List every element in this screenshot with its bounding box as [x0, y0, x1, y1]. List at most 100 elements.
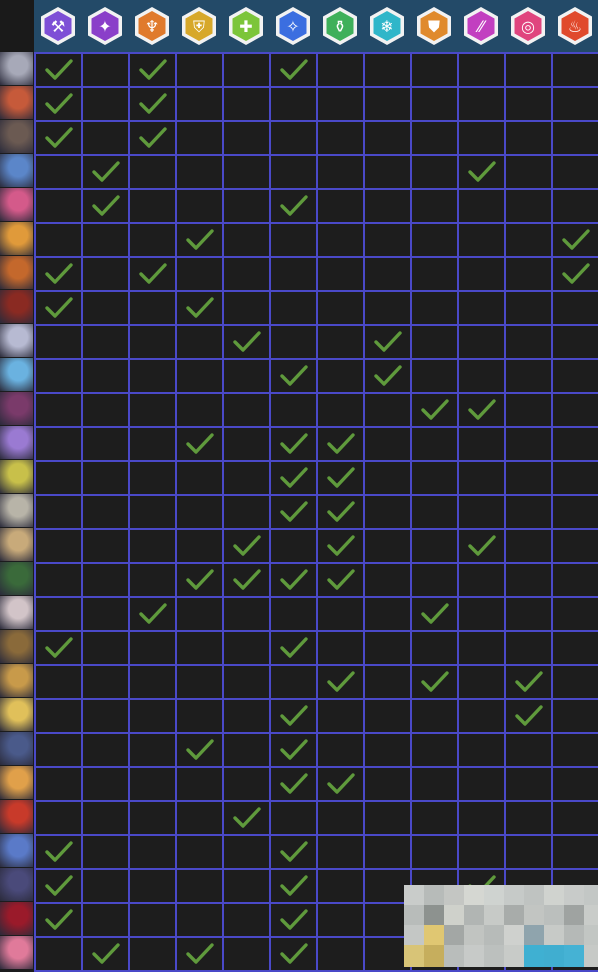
grid-cell	[175, 290, 224, 326]
checkmark-icon	[561, 229, 590, 250]
grid-cell	[551, 596, 598, 632]
champion-23-portrait	[0, 800, 33, 833]
grid-cell	[128, 868, 177, 904]
grid-cell	[363, 664, 412, 700]
grid-cell	[457, 630, 506, 666]
grid-cell	[504, 664, 553, 700]
grid-cell	[269, 154, 318, 190]
checkmark-icon	[91, 943, 120, 964]
grid-cell	[175, 630, 224, 666]
champion-15-portrait	[0, 528, 33, 561]
checkmark-icon	[326, 569, 355, 590]
grid-cell	[551, 256, 598, 292]
grid-cell	[316, 766, 365, 802]
grid-cell	[457, 834, 506, 870]
sparkle-icon: ✧	[275, 7, 310, 45]
grid-cell	[363, 392, 412, 428]
champion-22-portrait	[0, 766, 33, 799]
grid-cell	[316, 596, 365, 632]
grid-cell	[410, 52, 459, 88]
grid-cell	[175, 596, 224, 632]
grid-cell	[504, 766, 553, 802]
svg-text:✧: ✧	[286, 17, 299, 36]
grid-cell	[363, 256, 412, 292]
grid-cell	[34, 902, 83, 938]
checkmark-icon	[561, 263, 590, 284]
grid-cell	[128, 494, 177, 530]
grid-cell	[222, 698, 271, 734]
champion-3-portrait	[0, 120, 33, 153]
grid-cell	[222, 154, 271, 190]
potion-icon: ⚱	[322, 7, 357, 45]
grid-cell	[222, 800, 271, 836]
grid-cell	[128, 528, 177, 564]
grid-cell	[175, 528, 224, 564]
champion-18-portrait	[0, 630, 33, 663]
grid-cell	[457, 358, 506, 394]
grid-cell	[551, 664, 598, 700]
grid-cell	[269, 222, 318, 258]
grid-cell	[457, 222, 506, 258]
grid-cell	[316, 290, 365, 326]
grid-cell	[316, 698, 365, 734]
grid-cell	[316, 834, 365, 870]
grid-cell	[269, 290, 318, 326]
grid-cell	[34, 766, 83, 802]
grid-cell	[34, 460, 83, 496]
grid-cell	[316, 868, 365, 904]
checkmark-icon	[44, 841, 73, 862]
checkmark-icon	[44, 59, 73, 80]
grid-cell	[128, 834, 177, 870]
grid-cell	[34, 188, 83, 224]
checkmark-icon	[185, 229, 214, 250]
grid-cell	[457, 86, 506, 122]
crystal-icon: ✦	[87, 7, 122, 45]
grid-cell	[363, 460, 412, 496]
grid-cell	[269, 630, 318, 666]
champion-26-portrait	[0, 902, 33, 935]
svg-text:⚱: ⚱	[333, 17, 346, 36]
grid-cell	[410, 358, 459, 394]
checkmark-icon	[279, 875, 308, 896]
grid-cell	[269, 766, 318, 802]
grid-cell	[410, 222, 459, 258]
checkmark-icon	[279, 59, 308, 80]
grid-cell	[410, 766, 459, 802]
grid-cell	[128, 596, 177, 632]
grid-cell	[222, 188, 271, 224]
grid-cell	[363, 324, 412, 360]
checkmark-icon	[279, 773, 308, 794]
checkmark-icon	[138, 263, 167, 284]
grid-cell	[269, 120, 318, 156]
checkmark-icon	[326, 433, 355, 454]
grid-cell	[81, 256, 130, 292]
grid-cell	[363, 52, 412, 88]
grid-cell	[128, 358, 177, 394]
checkmark-icon	[420, 671, 449, 692]
grid-cell	[551, 392, 598, 428]
grid-cell	[504, 596, 553, 632]
grid-cell	[81, 392, 130, 428]
grid-cell	[316, 494, 365, 530]
grid-cell	[457, 290, 506, 326]
grid-cell	[504, 222, 553, 258]
shield-hand-icon: ⛨	[181, 7, 216, 45]
grid-cell	[410, 630, 459, 666]
grid-cell	[457, 800, 506, 836]
grid-cell	[222, 596, 271, 632]
grid-cell	[175, 222, 224, 258]
champion-8-portrait	[0, 290, 33, 323]
grid-cell	[222, 664, 271, 700]
grid-cell	[316, 86, 365, 122]
grid-cell	[316, 392, 365, 428]
champion-27-portrait	[0, 936, 33, 969]
grid-cell	[551, 222, 598, 258]
champion-2-portrait	[0, 86, 33, 119]
grid-cell	[410, 732, 459, 768]
grid-cell	[34, 324, 83, 360]
grid-cell	[504, 392, 553, 428]
grid-cell	[457, 120, 506, 156]
svg-text:♆: ♆	[144, 17, 158, 36]
grid-cell	[128, 222, 177, 258]
grid-cell	[551, 52, 598, 88]
